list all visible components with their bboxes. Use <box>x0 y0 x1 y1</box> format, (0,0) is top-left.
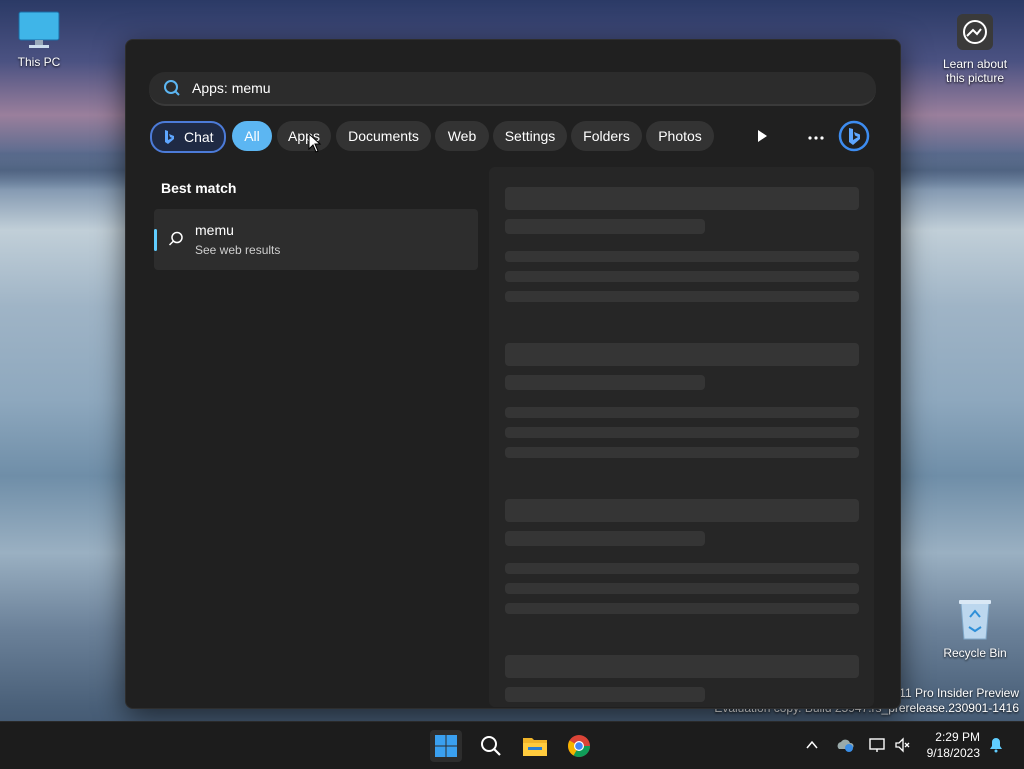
desktop-icon-learn-picture[interactable]: Learn about this picture <box>939 12 1011 85</box>
best-match-heading: Best match <box>161 180 237 196</box>
bing-chat-icon <box>838 120 870 152</box>
skeleton-line <box>505 407 859 418</box>
skeleton-line <box>505 603 859 614</box>
chip-documents[interactable]: Documents <box>336 121 431 151</box>
chevron-up-icon[interactable] <box>806 740 818 750</box>
clock-date: 9/18/2023 <box>926 746 980 760</box>
folder-icon <box>523 738 547 756</box>
chip-label: Documents <box>348 128 419 144</box>
watermark-line-1: s 11 Pro Insider Preview <box>889 686 1019 700</box>
best-match-result[interactable]: memu See web results <box>154 209 478 270</box>
skeleton-line <box>505 583 859 594</box>
skeleton-line <box>505 531 705 546</box>
skeleton-block <box>505 499 859 522</box>
onedrive-icon[interactable] <box>836 737 854 753</box>
selection-indicator <box>154 229 157 251</box>
chrome-icon <box>568 735 590 757</box>
skeleton-line <box>505 219 705 234</box>
windows-logo-icon <box>435 735 457 757</box>
start-button[interactable] <box>430 730 462 762</box>
desktop-icon-label: This PC <box>17 55 61 69</box>
search-icon <box>164 80 180 96</box>
clock[interactable]: 2:29 PM 9/18/2023 <box>927 729 980 761</box>
file-explorer-button[interactable] <box>519 730 551 762</box>
chip-label: Folders <box>583 128 630 144</box>
monitor-icon <box>18 11 60 48</box>
chip-label: Chat <box>184 129 214 145</box>
volume-muted-icon[interactable] <box>894 737 912 753</box>
skeleton-line <box>505 687 705 702</box>
skeleton-line <box>505 563 859 574</box>
skeleton-block <box>505 655 859 678</box>
taskbar: 2:29 PM 9/18/2023 <box>0 721 1024 769</box>
desktop-icon-recycle-bin[interactable]: Recycle Bin <box>939 597 1011 660</box>
bing-icon <box>165 130 174 144</box>
recycle-bin-icon <box>959 600 991 640</box>
result-title: memu <box>195 222 234 238</box>
desktop-icon-label: Learn about this picture <box>942 57 1008 85</box>
clock-time: 2:29 PM <box>935 730 980 744</box>
result-subtitle: See web results <box>195 243 281 257</box>
skeleton-line <box>505 427 859 438</box>
play-arrow-icon <box>758 130 767 142</box>
desktop-icon-this-pc[interactable]: This PC <box>3 10 75 69</box>
chip-web[interactable]: Web <box>435 121 489 151</box>
skeleton-line <box>505 447 859 458</box>
network-icon[interactable] <box>868 737 886 753</box>
skeleton-line <box>505 375 705 390</box>
skeleton-line <box>505 291 859 302</box>
skeleton-block <box>505 187 859 210</box>
camera-location-icon <box>957 14 993 50</box>
chip-label: Settings <box>504 128 556 144</box>
chip-folders[interactable]: Folders <box>571 121 642 151</box>
ellipsis-icon <box>808 136 824 140</box>
skeleton-block <box>505 343 859 366</box>
chip-settings[interactable]: Settings <box>493 121 567 151</box>
chip-label: All <box>244 128 260 144</box>
search-flyout: Apps: memu Chat All Apps Documents Web S… <box>125 39 901 709</box>
chip-all[interactable]: All <box>232 121 272 151</box>
chip-label: Photos <box>658 128 702 144</box>
mouse-cursor-icon <box>308 133 322 153</box>
more-options-button[interactable] <box>801 121 831 151</box>
notification-bell-icon[interactable] <box>988 737 1004 753</box>
web-search-icon <box>168 231 183 246</box>
search-icon <box>481 736 501 756</box>
search-query-text: Apps: memu <box>192 80 271 96</box>
chip-photos[interactable]: Photos <box>646 121 714 151</box>
chrome-button[interactable] <box>563 730 595 762</box>
chip-label: Web <box>447 128 477 144</box>
bing-chat-button[interactable] <box>838 120 870 152</box>
chip-chat[interactable]: Chat <box>150 121 226 153</box>
preview-pane-loading <box>489 167 874 707</box>
skeleton-line <box>505 271 859 282</box>
search-input[interactable]: Apps: memu <box>149 72 876 106</box>
chip-apps[interactable]: Apps <box>277 121 331 151</box>
more-filters-button[interactable] <box>747 121 777 151</box>
skeleton-line <box>505 251 859 262</box>
taskbar-search-button[interactable] <box>475 730 507 762</box>
desktop-icon-label: Recycle Bin <box>943 646 1007 660</box>
